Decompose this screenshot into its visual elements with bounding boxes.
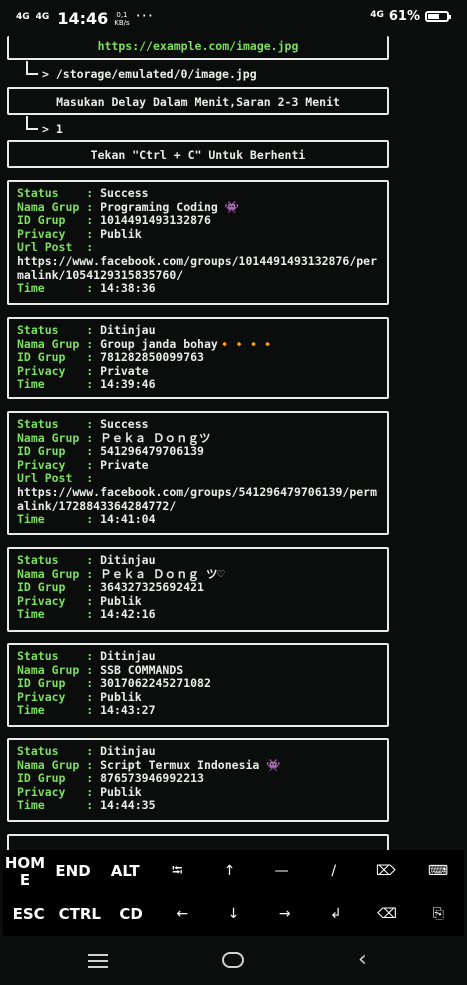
post-time: 14:38:36	[100, 281, 156, 296]
keyboard-toggle-icon[interactable]: ⌨	[412, 850, 464, 893]
status-bar: 4G 4G 14:46 0,1 KB/s ··· 4G 61%	[0, 0, 467, 36]
group-privacy: Publik	[100, 593, 142, 608]
group-id: 3017062245271082	[100, 676, 211, 691]
post-record: Status : Ditinjau Nama Grup : Ｐｅｋａ Ｄｏｎｇ …	[7, 547, 389, 632]
delay-value-line: > 1	[26, 116, 63, 136]
post-record-partial	[7, 834, 389, 850]
post-time: 14:41:04	[100, 512, 156, 527]
post-record: Status : Ditinjau Nama Grup : Group jand…	[7, 317, 389, 399]
post-time: 14:39:46	[100, 377, 156, 392]
post-time: 14:42:16	[100, 607, 156, 622]
arrow-right-key[interactable]: →	[259, 893, 310, 936]
navigation-bar: ‹	[0, 936, 467, 985]
more-notifications-icon: ···	[135, 6, 154, 25]
delay-value: 1	[55, 122, 63, 136]
terminal-output[interactable]: https://example.com/image.jpg > /storage…	[0, 36, 467, 850]
group-privacy: Private	[100, 363, 149, 378]
post-time: 14:43:27	[100, 703, 156, 718]
post-status: Success	[100, 186, 149, 200]
top-url: https://example.com/image.jpg	[97, 39, 299, 53]
group-name: Programing Coding 👾	[100, 199, 240, 214]
group-name: Ｐｅｋａ Ｄｏｎｇ ツ♡	[100, 566, 225, 581]
post-record: Status : Success Nama Grup : Ｐｅｋａ Ｄｏｎｇツ …	[7, 411, 389, 535]
battery-percent: 61%	[388, 9, 420, 24]
stop-hint-box: Tekan "Ctrl + C" Untuk Berhenti	[7, 140, 389, 168]
stop-hint: Tekan "Ctrl + C" Untuk Berhenti	[90, 148, 306, 162]
extra-keys-bar: HOME END ALT ⭾ ↑ — / ⌦ ⌨ ESC CTRL CD ← ↓…	[3, 850, 464, 936]
paste-icon[interactable]: ⎘	[413, 893, 464, 936]
post-status: Ditinjau	[100, 649, 156, 663]
group-id: 1014491493132876	[100, 213, 211, 228]
post-record: Status : Ditinjau Nama Grup : Script Ter…	[7, 738, 389, 822]
ctrl-key[interactable]: CTRL	[54, 893, 105, 936]
home-key[interactable]: HOME	[3, 850, 47, 893]
right-signal-icon: 4G	[370, 9, 384, 20]
group-name: Ｐｅｋａ Ｄｏｎｇツ	[100, 430, 211, 445]
dash-key[interactable]: —	[256, 850, 308, 893]
arrow-down-key[interactable]: ↓	[208, 893, 259, 936]
battery-icon	[425, 11, 451, 22]
delay-prompt-box: Masukan Delay Dalam Menit,Saran 2-3 Meni…	[7, 87, 389, 115]
group-name: SSB COMMANDS	[100, 662, 184, 677]
post-url: https://www.facebook.com/groups/54129647…	[17, 484, 378, 513]
group-privacy: Private	[100, 457, 149, 472]
post-status: Success	[100, 417, 149, 431]
home-button-icon[interactable]	[222, 952, 244, 968]
post-record: Status : Ditinjau Nama Grup : SSB COMMAN…	[7, 643, 389, 727]
post-time: 14:44:35	[100, 798, 156, 813]
recent-apps-icon[interactable]	[88, 954, 108, 968]
post-status: Ditinjau	[100, 744, 156, 758]
tab-key[interactable]: ⭾	[151, 850, 203, 893]
save-path: /storage/emulated/0/image.jpg	[55, 67, 257, 81]
group-privacy: Publik	[100, 784, 142, 799]
group-privacy: Publik	[100, 226, 142, 241]
post-status: Ditinjau	[100, 323, 156, 337]
enter-key[interactable]: ↲	[310, 893, 361, 936]
delete-key[interactable]: ⌦	[360, 850, 412, 893]
url-box: https://example.com/image.jpg	[7, 36, 389, 60]
end-key[interactable]: END	[47, 850, 99, 893]
slash-key[interactable]: /	[308, 850, 360, 893]
esc-key[interactable]: ESC	[3, 893, 54, 936]
save-path-line: > /storage/emulated/0/image.jpg	[26, 61, 257, 81]
group-id: 876573946992213	[100, 771, 204, 786]
network-speed: 0,1 KB/s	[114, 10, 130, 27]
group-id: 781282850099763	[100, 350, 204, 365]
signal-icon: 4G	[16, 11, 30, 22]
post-record: Status : Success Nama Grup : Programing …	[7, 180, 389, 305]
arrow-left-key[interactable]: ←	[157, 893, 208, 936]
alt-key[interactable]: ALT	[99, 850, 151, 893]
group-name: Script Termux Indonesia 👾	[100, 757, 281, 772]
group-name: Group janda bohay🔸🔸🔸🔸	[100, 336, 276, 351]
group-id: 541296479706139	[100, 444, 204, 459]
post-url: https://www.facebook.com/groups/10144914…	[17, 253, 378, 282]
post-status: Ditinjau	[100, 553, 156, 567]
backspace-key[interactable]: ⌫	[362, 893, 413, 936]
cd-key[interactable]: CD	[105, 893, 156, 936]
group-privacy: Publik	[100, 689, 142, 704]
signal-icon-2: 4G	[35, 11, 50, 22]
clock: 14:46	[57, 9, 109, 28]
group-id: 364327325692421	[100, 580, 204, 595]
delay-prompt: Masukan Delay Dalam Menit,Saran 2-3 Meni…	[56, 95, 340, 109]
back-icon[interactable]: ‹	[358, 949, 367, 971]
arrow-up-key[interactable]: ↑	[203, 850, 255, 893]
